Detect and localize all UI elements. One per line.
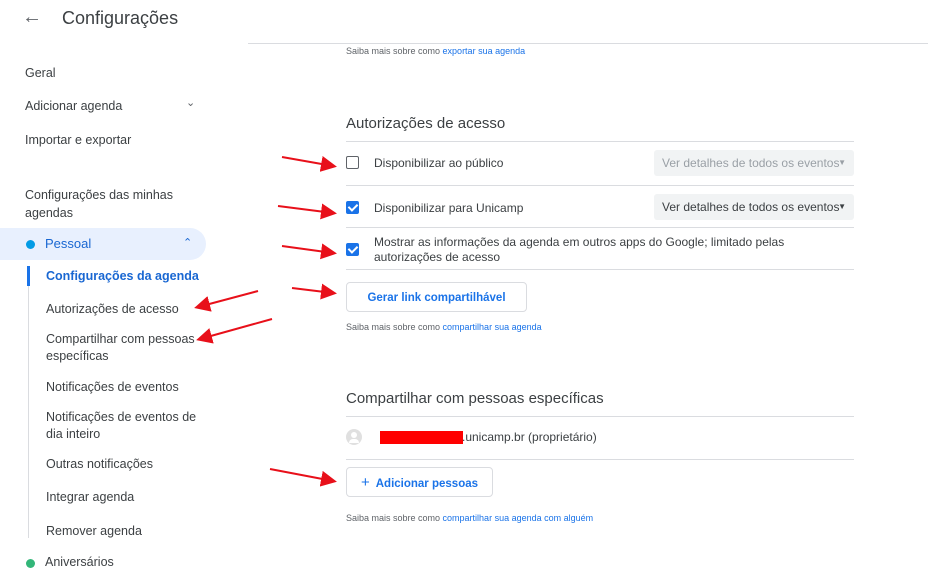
annotation-arrow <box>194 290 259 312</box>
annotation-arrows <box>194 156 337 487</box>
annotation-arrow <box>269 468 337 487</box>
annotation-arrow <box>196 318 273 344</box>
annotation-arrow <box>281 243 337 260</box>
annotation-arrow <box>291 283 337 300</box>
annotation-arrow <box>281 156 337 172</box>
annotation-arrow <box>277 203 337 220</box>
